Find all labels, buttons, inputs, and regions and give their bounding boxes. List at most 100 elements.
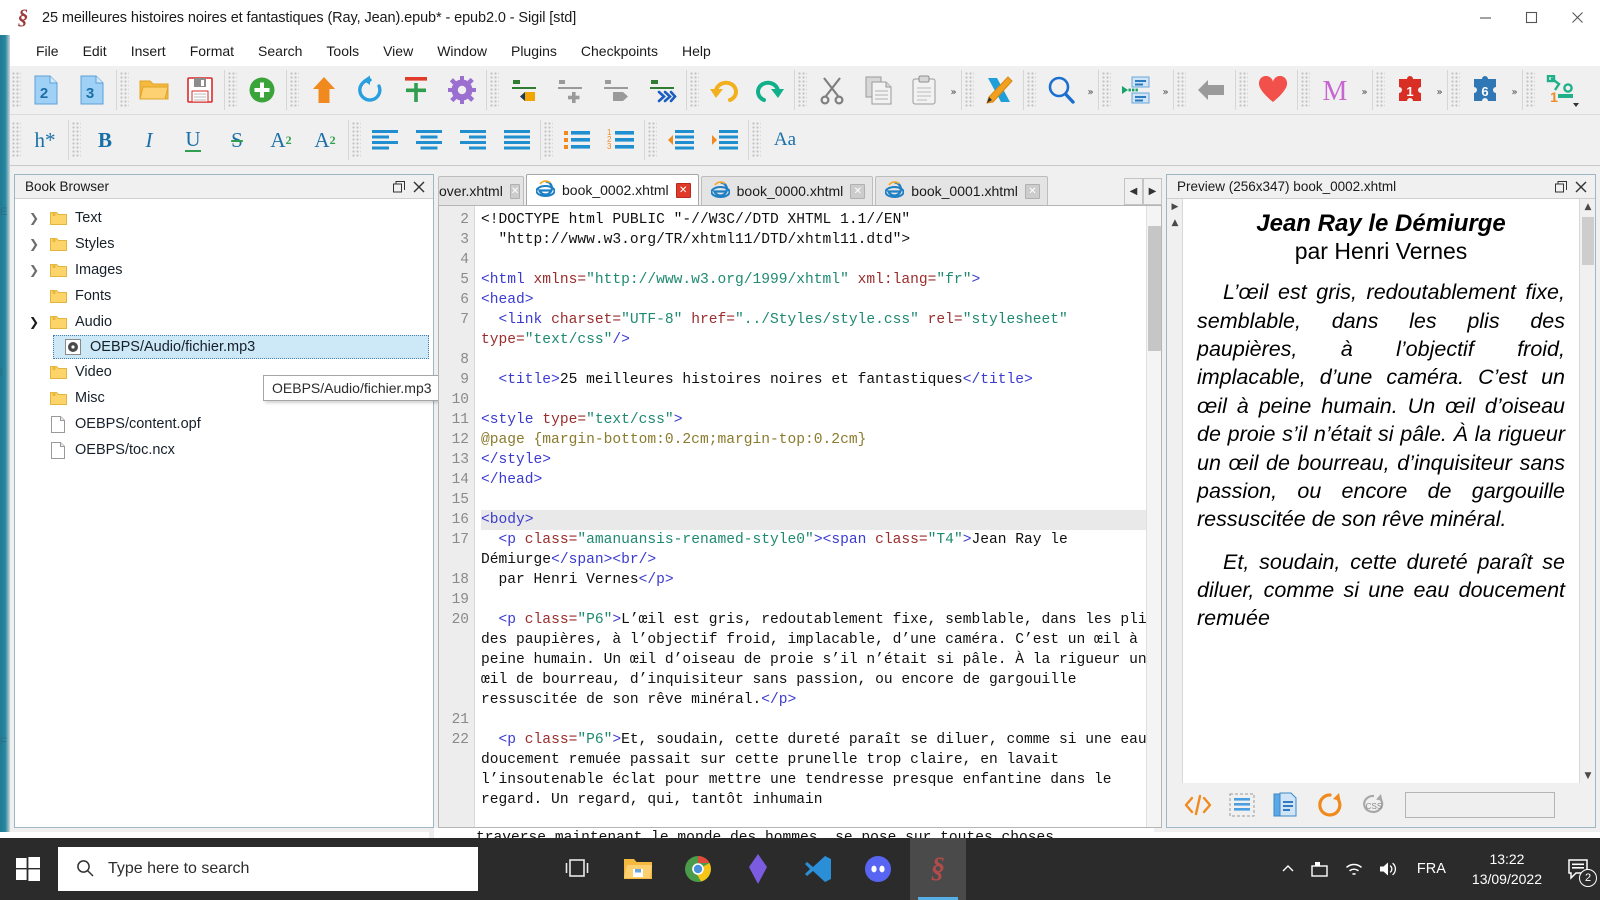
toolbar-grip[interactable] (690, 72, 699, 108)
close-icon[interactable] (409, 177, 429, 197)
start-button[interactable] (0, 838, 56, 900)
add-cover-button[interactable] (393, 69, 439, 111)
align-left-button[interactable] (363, 118, 407, 162)
split-at-markers-button[interactable] (639, 69, 685, 111)
chevron-overflow-icon[interactable]: » (1358, 69, 1371, 111)
chevron-right-icon[interactable]: ❯ (23, 211, 45, 225)
restore-icon[interactable] (1551, 177, 1571, 197)
scrollbar-thumb[interactable] (1582, 217, 1594, 265)
purple-app-button[interactable] (730, 838, 786, 900)
language-indicator[interactable]: FRA (1405, 861, 1458, 877)
menu-tools[interactable]: Tools (314, 40, 371, 62)
casing-button[interactable]: Aa (763, 118, 807, 162)
find-replace-button[interactable] (1038, 69, 1084, 111)
toolbar-grip[interactable] (752, 122, 761, 158)
open-button[interactable] (131, 69, 177, 111)
cut-button[interactable] (809, 69, 855, 111)
superscript-button[interactable]: A2 (303, 118, 347, 162)
notification-center-button[interactable]: 2 (1556, 838, 1600, 900)
align-right-button[interactable] (451, 118, 495, 162)
numbered-list-button[interactable]: 123 (599, 118, 643, 162)
split-marker-button[interactable] (593, 69, 639, 111)
vscode-button[interactable] (790, 838, 846, 900)
mendeley-button[interactable]: M (1312, 69, 1358, 111)
toolbar-grip[interactable] (648, 122, 657, 158)
tree-item-content-opf[interactable]: OEBPS/content.opf (15, 411, 433, 437)
code-view-button[interactable] (1181, 789, 1215, 821)
bold-button[interactable]: B (83, 118, 127, 162)
chrome-button[interactable] (670, 838, 726, 900)
metadata-editor-button[interactable] (439, 69, 485, 111)
heading-dropdown[interactable]: h* (23, 118, 67, 162)
reload-preview-button[interactable] (1313, 789, 1347, 821)
restore-icon[interactable] (389, 177, 409, 197)
discord-button[interactable] (850, 838, 906, 900)
chevron-right-icon[interactable]: ▶ (1167, 199, 1183, 215)
new-epub2-button[interactable]: 2 (23, 69, 69, 111)
tab-scroll-right-button[interactable]: ▶ (1143, 178, 1162, 205)
chevron-overflow-icon[interactable]: » (1508, 69, 1521, 111)
tab-close-icon[interactable]: ✕ (850, 183, 866, 199)
editor-vertical-scrollbar[interactable] (1146, 206, 1161, 827)
menu-view[interactable]: View (371, 40, 425, 62)
chevron-right-icon[interactable]: ❯ (23, 237, 45, 251)
toolbar-grip[interactable] (1239, 72, 1248, 108)
toolbar-grip[interactable] (12, 72, 21, 108)
back-button[interactable] (1188, 69, 1234, 111)
toolbar-grip[interactable] (1376, 72, 1385, 108)
code-editor[interactable]: 2 3 4 5 6 7. 8 9 10 11 12 13 14 15 16 17. 18 19 20.... 21 22… (438, 205, 1162, 828)
scroll-down-icon[interactable]: ▼ (1580, 768, 1596, 784)
toolbar-grip[interactable] (12, 122, 21, 158)
show-hidden-icons-button[interactable] (1273, 838, 1303, 900)
css-inspect-button[interactable]: CSS (1357, 789, 1391, 821)
toolbar-grip[interactable] (1177, 72, 1186, 108)
preview-vertical-scrollbar[interactable]: ▲ ▼ (1579, 199, 1595, 784)
tree-item-toc-ncx[interactable]: OEBPS/toc.ncx (15, 437, 433, 463)
tab-book-0000-xhtml[interactable]: book_0000.xhtml ✕ (700, 176, 874, 205)
toolbar-grip[interactable] (1526, 72, 1535, 108)
insert-section-break-button[interactable] (547, 69, 593, 111)
tree-item-audio-file[interactable]: OEBPS/Audio/fichier.mp3 (53, 335, 429, 359)
task-view-button[interactable] (550, 838, 606, 900)
increase-indent-button[interactable] (703, 118, 747, 162)
split-view-button[interactable] (1225, 789, 1259, 821)
plugin1-button[interactable]: 1 (1387, 69, 1433, 111)
file-explorer-button[interactable] (610, 838, 666, 900)
redo-button[interactable] (747, 69, 793, 111)
volume-button[interactable] (1371, 838, 1405, 900)
toolbar-grip[interactable] (965, 72, 974, 108)
bullet-list-button[interactable] (555, 118, 599, 162)
split-at-cursor-button[interactable] (501, 69, 547, 111)
spellcheck-button[interactable] (976, 69, 1022, 111)
removable-media-button[interactable] (1303, 838, 1337, 900)
toolbar-grip[interactable] (544, 122, 553, 158)
toolbar-grip[interactable] (228, 72, 237, 108)
menu-window[interactable]: Window (425, 40, 499, 62)
plugin6-button[interactable]: 6 (1462, 69, 1508, 111)
toolbar-grip[interactable] (290, 72, 299, 108)
tab-close-icon[interactable]: ✕ (509, 183, 521, 199)
reload-button[interactable] (347, 69, 393, 111)
tab-close-icon[interactable]: ✕ (675, 182, 691, 198)
add-to-favorites-button[interactable] (1250, 69, 1296, 111)
new-epub3-button[interactable]: 3 (69, 69, 115, 111)
align-justify-button[interactable] (495, 118, 539, 162)
dropdown-caret-icon[interactable] (1573, 103, 1579, 107)
preview-view-button[interactable] (1269, 789, 1303, 821)
tree-item-text[interactable]: ❯ Text (15, 205, 433, 231)
chevron-up-icon[interactable]: ▲ (1167, 215, 1183, 231)
add-file-button[interactable] (239, 69, 285, 111)
minimize-button[interactable] (1462, 0, 1508, 35)
paste-button[interactable] (901, 69, 947, 111)
menu-format[interactable]: Format (178, 40, 246, 62)
toolbar-grip[interactable] (1027, 72, 1036, 108)
chevron-overflow-icon[interactable]: » (947, 69, 960, 111)
toolbar-grip[interactable] (1301, 72, 1310, 108)
italic-button[interactable]: I (127, 118, 171, 162)
search-input[interactable]: Type here to search (58, 847, 478, 891)
tree-item-audio[interactable]: ❯ Audio (15, 309, 433, 335)
align-center-button[interactable] (407, 118, 451, 162)
scroll-up-icon[interactable]: ▲ (1580, 199, 1596, 215)
toolbar-grip[interactable] (120, 72, 129, 108)
tree-item-styles[interactable]: ❯ Styles (15, 231, 433, 257)
